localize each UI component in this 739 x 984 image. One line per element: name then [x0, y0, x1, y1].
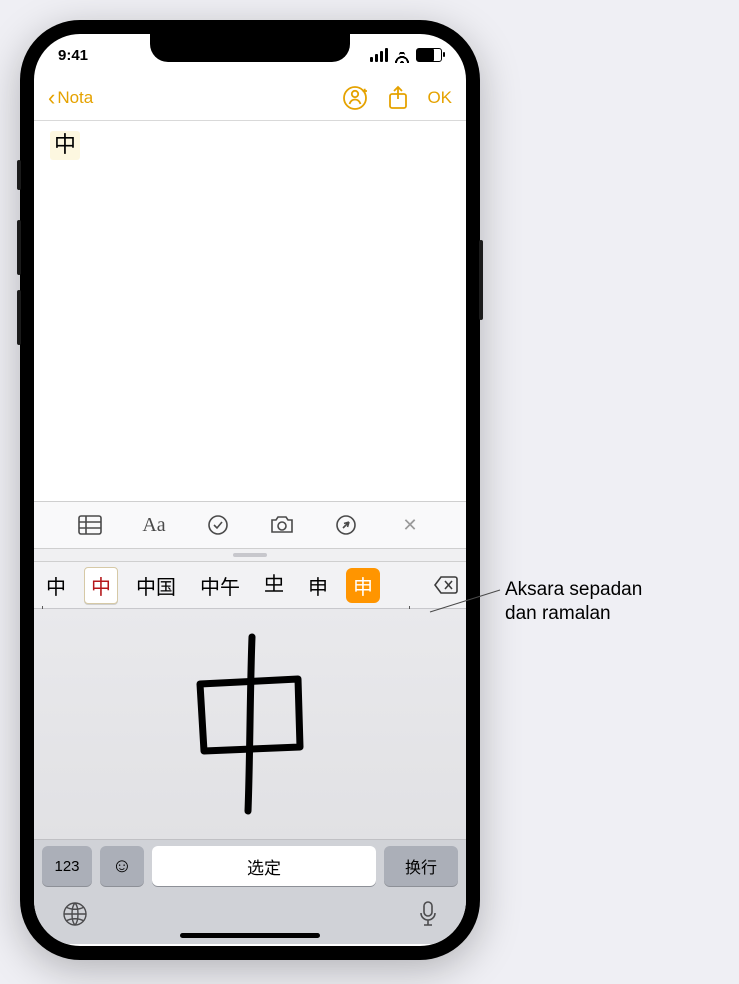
candidate-1[interactable]: 中: [84, 567, 118, 604]
backspace-button[interactable]: [432, 571, 460, 599]
text-format-icon: Aa: [142, 514, 165, 537]
camera-icon: [269, 515, 295, 535]
callout-line-1: Aksara sepadan: [505, 578, 642, 602]
close-toolbar-button[interactable]: ✕: [396, 511, 424, 539]
numbers-key[interactable]: 123: [42, 846, 92, 886]
candidate-2[interactable]: 中国: [130, 567, 182, 604]
emoji-key[interactable]: ☺: [100, 846, 144, 886]
camera-button[interactable]: [268, 511, 296, 539]
candidate-4[interactable]: 𠀐: [258, 569, 290, 601]
callout-label: Aksara sepadan dan ramalan: [505, 578, 642, 626]
home-indicator[interactable]: [180, 933, 320, 938]
back-label: Nota: [57, 88, 93, 108]
handwritten-stroke: [170, 629, 330, 819]
done-button[interactable]: OK: [427, 88, 452, 108]
nav-bar: ‹ Nota: [34, 76, 466, 121]
status-bar: 9:41: [34, 34, 466, 76]
screen: 9:41 ‹ Nota: [34, 34, 466, 946]
handwriting-area[interactable]: [34, 609, 466, 840]
status-time: 9:41: [58, 47, 88, 64]
collaborate-button[interactable]: [343, 85, 369, 111]
candidate-6[interactable]: 申: [346, 568, 380, 603]
candidate-bar: 中 中 中国 中午 𠀐 申 申: [34, 562, 466, 609]
space-key[interactable]: 选定: [152, 846, 376, 886]
note-editor[interactable]: 中: [34, 121, 466, 501]
format-toolbar: Aa: [34, 501, 466, 549]
markup-button[interactable]: [332, 511, 360, 539]
battery-icon: [416, 48, 442, 62]
keyboard-grabber[interactable]: [34, 549, 466, 562]
callout-line-2: dan ramalan: [505, 602, 642, 626]
globe-key[interactable]: [62, 901, 88, 932]
checklist-icon: [207, 514, 229, 536]
dictation-key[interactable]: [418, 900, 438, 933]
backspace-icon: [433, 575, 459, 595]
table-icon: [78, 515, 102, 535]
text-format-button[interactable]: Aa: [140, 511, 168, 539]
mic-icon: [418, 900, 438, 928]
wifi-icon: [394, 47, 410, 63]
volume-down-button: [17, 290, 21, 345]
candidate-3[interactable]: 中午: [194, 567, 246, 604]
share-button[interactable]: [387, 85, 409, 111]
phone-frame: 9:41 ‹ Nota: [20, 20, 480, 960]
back-button[interactable]: ‹ Nota: [48, 87, 93, 109]
table-button[interactable]: [76, 511, 104, 539]
return-key[interactable]: 换行: [384, 846, 458, 886]
chevron-left-icon: ‹: [48, 87, 55, 109]
collaborate-icon: [343, 85, 369, 111]
candidate-0[interactable]: 中: [40, 567, 72, 604]
volume-up-button: [17, 220, 21, 275]
mute-switch: [17, 160, 21, 190]
close-icon: ✕: [402, 515, 417, 536]
markup-icon: [335, 514, 357, 536]
note-text: 中: [50, 131, 80, 160]
emoji-icon: ☺: [112, 855, 132, 878]
cellular-signal-icon: [370, 48, 388, 62]
checklist-button[interactable]: [204, 511, 232, 539]
candidate-5[interactable]: 申: [302, 567, 334, 604]
globe-icon: [62, 901, 88, 927]
power-button: [479, 240, 483, 320]
keyboard-bottom-row: 123 ☺ 选定 换行: [34, 840, 466, 892]
share-icon: [387, 85, 409, 111]
